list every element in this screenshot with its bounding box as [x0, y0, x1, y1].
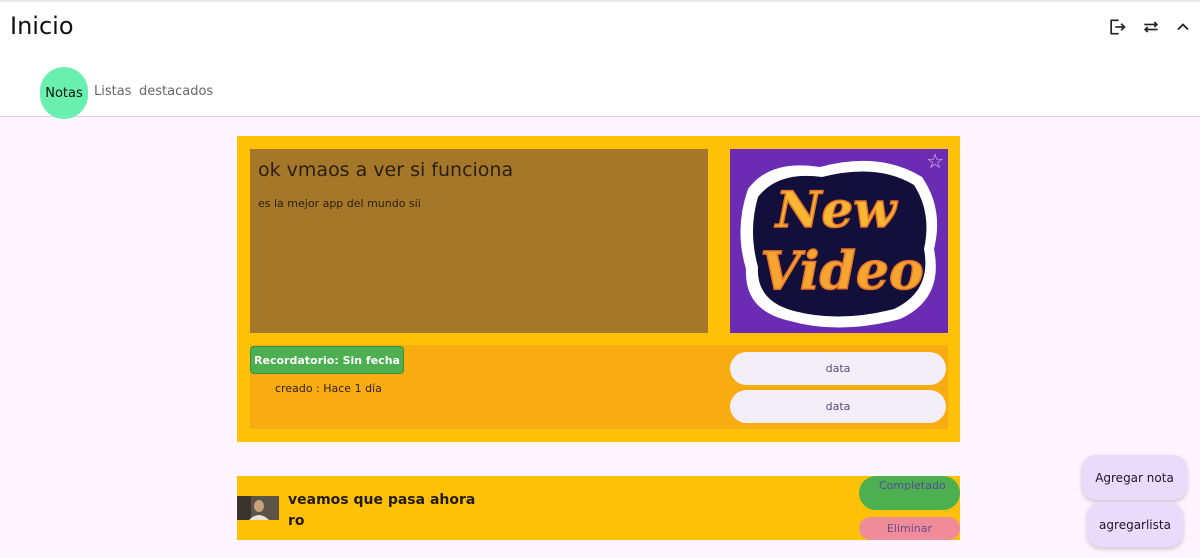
add-list-button[interactable]: agregarlista — [1087, 502, 1183, 547]
logout-icon[interactable] — [1104, 14, 1130, 40]
completed-button[interactable]: Completado — [859, 476, 960, 510]
page-title: Inicio — [10, 12, 74, 40]
data-button-1[interactable]: data — [730, 352, 946, 385]
created-label: creado : Hace 1 día — [275, 382, 382, 395]
star-icon[interactable]: ☆ — [926, 151, 944, 171]
note-card[interactable]: ok vmaos a ver si funciona es la mejor a… — [237, 136, 960, 442]
image-text-new: New — [774, 180, 899, 239]
image-text-video: Video — [760, 241, 923, 302]
note-footer: Recordatorio: Sin fecha creado : Hace 1 … — [250, 345, 948, 429]
tab-notas[interactable]: Notas — [40, 67, 88, 119]
add-note-button[interactable]: Agregar nota — [1082, 455, 1187, 500]
delete-button[interactable]: Eliminar — [859, 517, 960, 540]
tab-destacados[interactable]: destacados — [139, 84, 213, 99]
list-title: veamos que pasa ahora ro — [288, 492, 476, 529]
chevron-up-icon[interactable] — [1170, 14, 1196, 40]
tab-listas[interactable]: Listas — [94, 84, 131, 99]
note-description: es la mejor app del mundo sii — [258, 197, 421, 210]
list-card[interactable]: veamos que pasa ahora ro Completado Elim… — [237, 476, 960, 540]
swap-icon[interactable] — [1138, 14, 1164, 40]
data-button-2[interactable]: data — [730, 390, 946, 423]
note-content[interactable]: ok vmaos a ver si funciona es la mejor a… — [250, 149, 708, 333]
note-title: ok vmaos a ver si funciona — [258, 159, 514, 181]
note-image: New Video ☆ — [730, 149, 948, 333]
app-header: Inicio Notas Listas destacados — [0, 0, 1200, 119]
list-thumbnail — [237, 496, 279, 520]
reminder-button[interactable]: Recordatorio: Sin fecha — [250, 346, 404, 374]
